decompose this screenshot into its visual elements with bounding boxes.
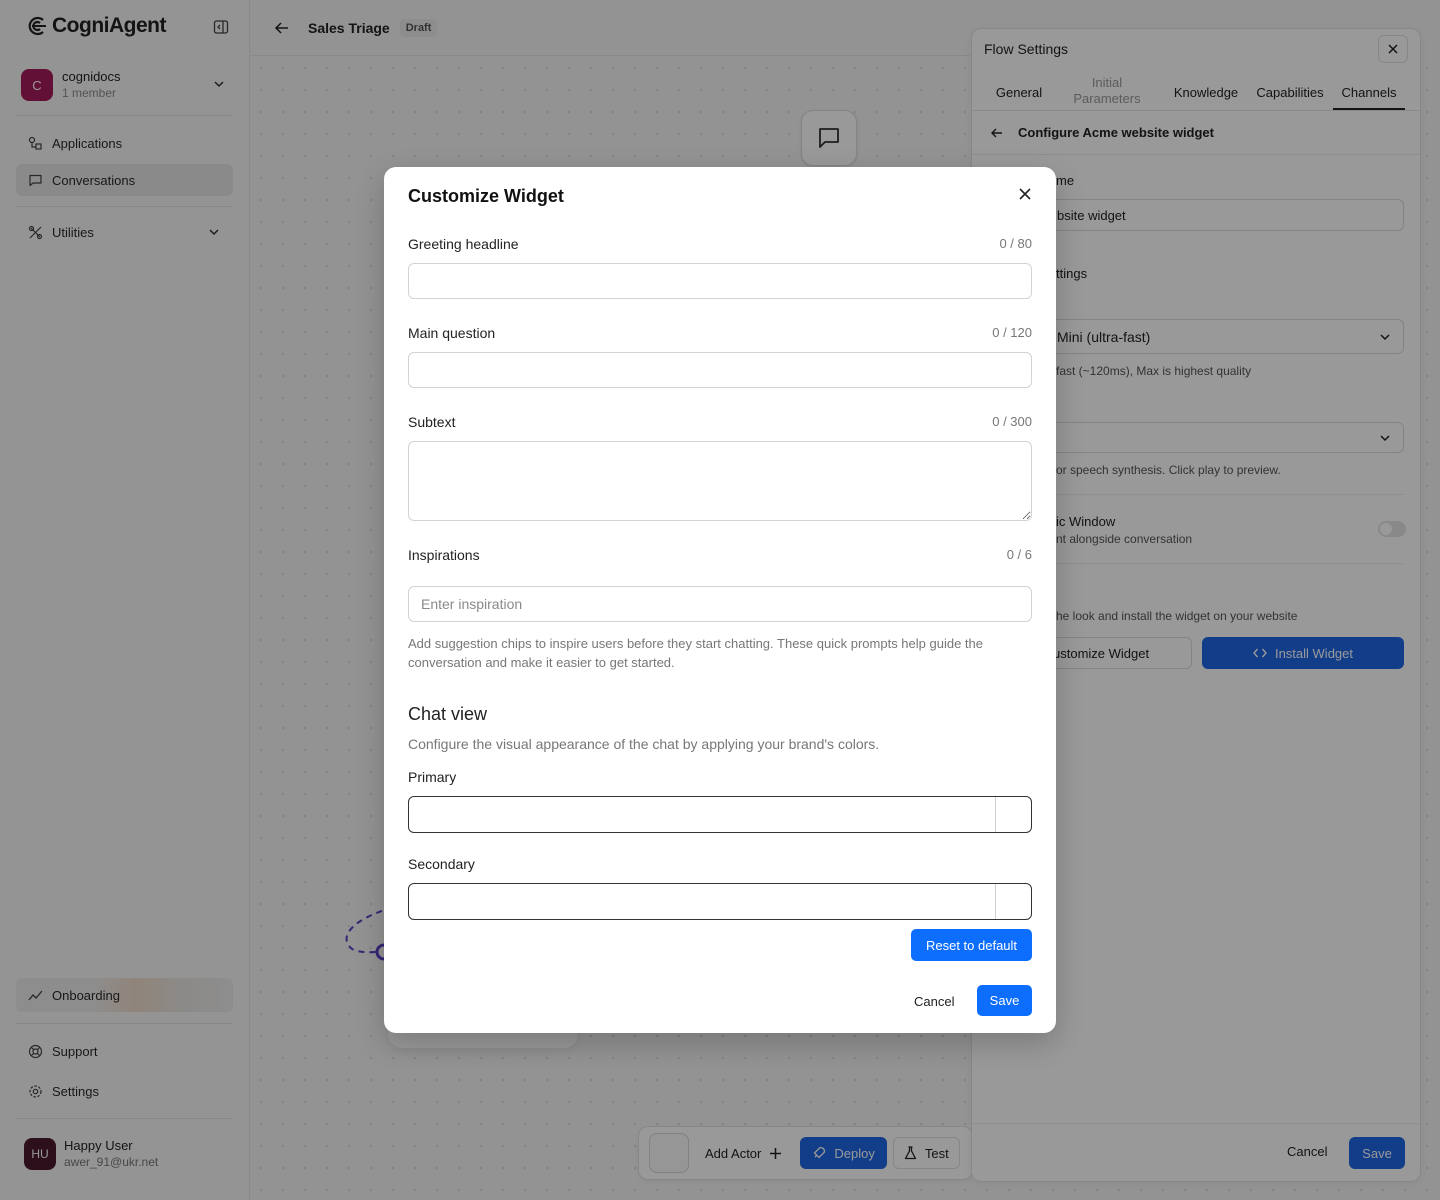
inspirations-help: Add suggestion chips to inspire users be… [408, 636, 983, 670]
greeting-headline-count: 0 / 80 [999, 236, 1032, 251]
customize-widget-dialog: Customize Widget Greeting headline 0 / 8… [384, 167, 1056, 1033]
subtext-count: 0 / 300 [992, 414, 1032, 429]
dialog-title: Customize Widget [408, 186, 564, 206]
primary-color-input[interactable] [409, 797, 995, 832]
greeting-headline-label: Greeting headline [408, 236, 519, 252]
inspirations-label: Inspirations [408, 547, 480, 563]
subtext-label: Subtext [408, 414, 456, 430]
main-question-label: Main question [408, 325, 496, 341]
main-question-count: 0 / 120 [992, 325, 1032, 340]
secondary-color-label: Secondary [408, 856, 475, 872]
close-icon[interactable] [1018, 187, 1032, 201]
chat-view-heading: Chat view [408, 704, 488, 724]
chat-view-subtitle: Configure the visual appearance of the c… [408, 736, 880, 752]
secondary-color-swatch[interactable] [995, 884, 1031, 919]
main-question-input[interactable] [408, 352, 1032, 388]
primary-color-swatch[interactable] [995, 797, 1031, 832]
secondary-color-field[interactable] [408, 883, 1032, 920]
greeting-headline-input[interactable] [408, 263, 1032, 299]
inspirations-count: 0 / 6 [1006, 547, 1032, 562]
secondary-color-input[interactable] [409, 884, 995, 919]
reset-to-default-button[interactable]: Reset to default [911, 929, 1032, 961]
cancel-button[interactable]: Cancel [914, 994, 954, 1009]
primary-color-label: Primary [408, 769, 457, 785]
primary-color-field[interactable] [408, 796, 1032, 833]
inspiration-input[interactable] [408, 586, 1032, 622]
save-button[interactable]: Save [977, 985, 1032, 1016]
subtext-textarea[interactable] [408, 441, 1032, 521]
